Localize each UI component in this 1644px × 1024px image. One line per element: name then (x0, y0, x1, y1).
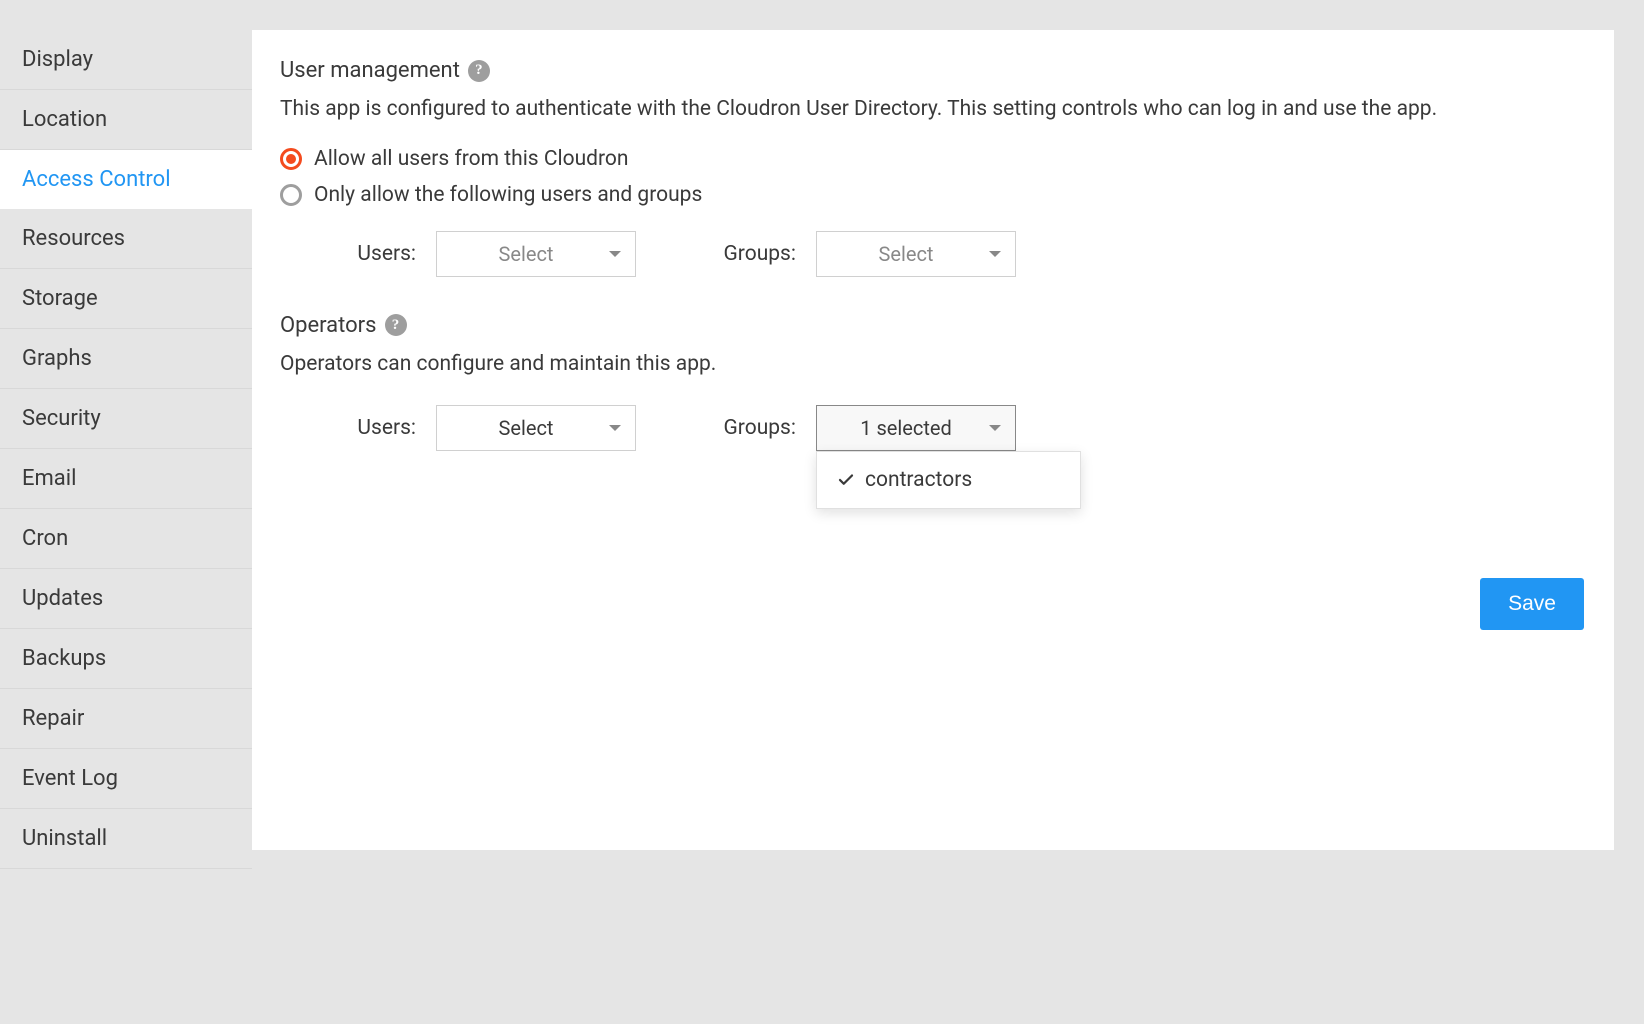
op-groups-select-text: 1 selected (860, 416, 952, 440)
check-icon (837, 471, 855, 489)
main-content: User management ? This app is configured… (252, 0, 1644, 1024)
user-management-title: User management (280, 58, 460, 83)
caret-down-icon (989, 251, 1001, 257)
save-button[interactable]: Save (1480, 578, 1584, 630)
op-groups-group: Groups: 1 selected (716, 405, 1016, 451)
sidebar-item-security[interactable]: Security (0, 389, 252, 449)
um-users-select[interactable]: Select (436, 231, 636, 277)
um-groups-select[interactable]: Select (816, 231, 1016, 277)
op-groups-select[interactable]: 1 selected (816, 405, 1016, 451)
operators-fields: Users: Select Groups: 1 selected (336, 405, 1584, 451)
sidebar-item-cron[interactable]: Cron (0, 509, 252, 569)
op-users-select-text: Select (499, 416, 554, 440)
sidebar-item-location[interactable]: Location (0, 90, 252, 150)
user-management-heading: User management ? (280, 58, 1584, 83)
sidebar-item-updates[interactable]: Updates (0, 569, 252, 629)
user-management-description: This app is configured to authenticate w… (280, 93, 1584, 127)
operators-title: Operators (280, 313, 377, 338)
sidebar-item-graphs[interactable]: Graphs (0, 329, 252, 389)
sidebar-item-backups[interactable]: Backups (0, 629, 252, 689)
radio-allow-all[interactable] (280, 148, 302, 170)
dropdown-item-contractors[interactable]: contractors (817, 452, 1080, 508)
caret-down-icon (989, 425, 1001, 431)
op-users-select[interactable]: Select (436, 405, 636, 451)
um-users-group: Users: Select (336, 231, 636, 277)
um-users-label: Users: (336, 242, 416, 266)
caret-down-icon (609, 251, 621, 257)
radio-only-allow[interactable] (280, 184, 302, 206)
sidebar-item-repair[interactable]: Repair (0, 689, 252, 749)
sidebar: Display Location Access Control Resource… (0, 0, 252, 1024)
radio-only-allow-row[interactable]: Only allow the following users and group… (280, 183, 1584, 207)
um-groups-select-text: Select (879, 242, 934, 266)
caret-down-icon (609, 425, 621, 431)
sidebar-item-storage[interactable]: Storage (0, 269, 252, 329)
op-users-label: Users: (336, 416, 416, 440)
user-management-fields: Users: Select Groups: Select (336, 231, 1584, 277)
help-icon[interactable]: ? (385, 314, 407, 336)
operators-heading: Operators ? (280, 313, 1584, 338)
op-users-group: Users: Select (336, 405, 636, 451)
op-groups-dropdown: contractors (816, 451, 1081, 509)
help-icon[interactable]: ? (468, 60, 490, 82)
sidebar-item-uninstall[interactable]: Uninstall (0, 809, 252, 869)
operators-description: Operators can configure and maintain thi… (280, 348, 1584, 382)
dropdown-item-label: contractors (865, 468, 972, 492)
um-groups-label: Groups: (716, 242, 796, 266)
sidebar-item-event-log[interactable]: Event Log (0, 749, 252, 809)
sidebar-item-access-control[interactable]: Access Control (0, 150, 252, 209)
op-groups-label: Groups: (716, 416, 796, 440)
um-users-select-text: Select (499, 242, 554, 266)
radio-only-allow-label: Only allow the following users and group… (314, 183, 702, 207)
settings-card: User management ? This app is configured… (252, 30, 1614, 850)
um-groups-group: Groups: Select (716, 231, 1016, 277)
sidebar-item-resources[interactable]: Resources (0, 209, 252, 269)
sidebar-item-email[interactable]: Email (0, 449, 252, 509)
radio-allow-all-row[interactable]: Allow all users from this Cloudron (280, 147, 1584, 171)
radio-allow-all-label: Allow all users from this Cloudron (314, 147, 629, 171)
sidebar-item-display[interactable]: Display (0, 30, 252, 90)
